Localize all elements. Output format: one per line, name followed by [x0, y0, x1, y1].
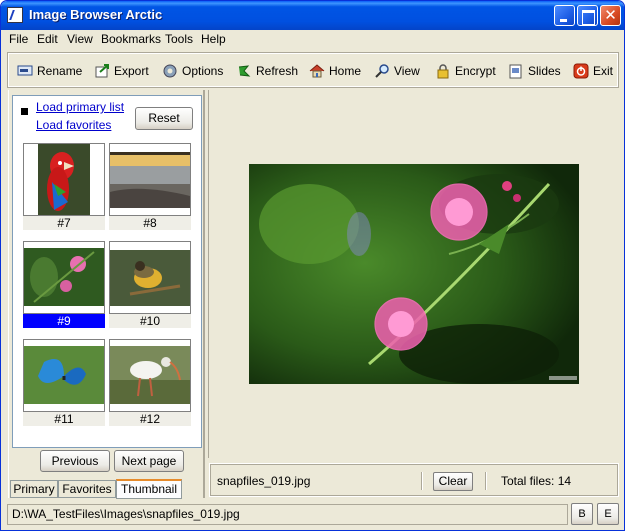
load-primary-link[interactable]: Load primary list: [36, 100, 124, 114]
reset-button[interactable]: Reset: [135, 107, 193, 130]
close-icon: ✕: [604, 6, 617, 24]
preview-image[interactable]: [249, 164, 579, 384]
previous-button[interactable]: Previous: [40, 450, 110, 472]
rename-label: Rename: [37, 64, 83, 78]
title-bar[interactable]: Image Browser Arctic ✕: [1, 1, 624, 30]
preview-area: [208, 90, 620, 458]
e-button[interactable]: E: [597, 503, 619, 525]
refresh-button[interactable]: Refresh: [236, 62, 298, 80]
home-label: Home: [329, 64, 362, 78]
view-button[interactable]: View: [374, 62, 420, 80]
separator: [421, 472, 423, 490]
thumbnail-image-pink-flower: [23, 241, 105, 314]
toolbar: Rename Export Options Refresh Home View: [7, 52, 619, 88]
current-file-name: snapfiles_019.jpg: [217, 474, 311, 488]
thumbnail-item[interactable]: #7: [23, 143, 105, 231]
home-button[interactable]: Home: [309, 62, 361, 80]
thumbnail-caption: #10: [109, 314, 191, 328]
thumbnail-image-bird: [109, 241, 191, 314]
tab-favorites[interactable]: Favorites: [58, 480, 116, 498]
tab-thumbnail[interactable]: Thumbnail: [116, 479, 182, 499]
slides-icon: [508, 63, 524, 79]
status-file-path: D:\WA_TestFiles\Images\snapfiles_019.jpg: [7, 504, 568, 525]
thumbnail-pane: Load primary list Load favorites Reset #…: [12, 95, 202, 448]
menu-bookmarks[interactable]: Bookmarks: [101, 32, 161, 46]
separator: [485, 472, 487, 490]
thumbnail-item[interactable]: #8: [109, 143, 191, 231]
encrypt-label: Encrypt: [455, 64, 496, 78]
next-page-button[interactable]: Next page: [114, 450, 184, 472]
export-label: Export: [114, 64, 149, 78]
thumbnail-caption: #12: [109, 412, 191, 426]
encrypt-button[interactable]: Encrypt: [435, 62, 496, 80]
thumbnail-caption: #11: [23, 412, 105, 426]
menu-help[interactable]: Help: [201, 32, 226, 46]
lock-icon: [435, 63, 451, 79]
thumbnail-image-parrot: [23, 143, 105, 216]
menu-view[interactable]: View: [67, 32, 93, 46]
thumbnail-caption: #7: [23, 216, 105, 230]
power-icon: [573, 63, 589, 79]
thumbnail-item[interactable]: #10: [109, 241, 191, 329]
b-button[interactable]: B: [571, 503, 593, 525]
export-button[interactable]: Export: [94, 62, 149, 80]
thumbnail-item[interactable]: #9: [23, 241, 105, 329]
app-icon: [7, 7, 23, 23]
slides-button[interactable]: Slides: [508, 62, 561, 80]
menu-file[interactable]: File: [9, 32, 28, 46]
tab-primary[interactable]: Primary: [10, 480, 58, 498]
thumbnail-caption: #9: [23, 314, 105, 328]
sidebar-tabs: Primary Favorites Thumbnail: [9, 479, 204, 499]
menu-tools[interactable]: Tools: [165, 32, 193, 46]
rename-icon: [17, 63, 33, 79]
info-bar: snapfiles_019.jpg Clear Total files: 14: [209, 463, 619, 497]
slides-label: Slides: [528, 64, 561, 78]
thumbnail-item[interactable]: #11: [23, 339, 105, 427]
options-label: Options: [182, 64, 224, 78]
export-icon: [94, 63, 110, 79]
clear-button[interactable]: Clear: [433, 472, 473, 491]
status-bar: D:\WA_TestFiles\Images\snapfiles_019.jpg…: [4, 503, 621, 527]
exit-button[interactable]: Exit: [573, 62, 613, 80]
thumbnail-image-beach: [109, 143, 191, 216]
refresh-icon: [236, 63, 252, 79]
menu-bar: File Edit View Bookmarks Tools Help: [1, 30, 624, 49]
load-favorites-link[interactable]: Load favorites: [36, 118, 111, 132]
menu-edit[interactable]: Edit: [37, 32, 58, 46]
minimize-button[interactable]: [554, 5, 575, 26]
thumbnail-caption: #8: [109, 216, 191, 230]
close-button[interactable]: ✕: [600, 5, 621, 26]
thumbnail-image-ibis: [109, 339, 191, 412]
home-icon: [309, 63, 325, 79]
left-panel: Load primary list Load favorites Reset #…: [8, 90, 205, 499]
gear-icon: [162, 63, 178, 79]
maximize-button[interactable]: [577, 5, 598, 26]
refresh-label: Refresh: [256, 64, 299, 78]
rename-button[interactable]: Rename: [17, 62, 82, 80]
bullet-icon: [21, 108, 28, 115]
total-files-count: Total files: 14: [501, 474, 572, 488]
app-window: Image Browser Arctic ✕ File Edit View Bo…: [0, 0, 625, 531]
exit-label: Exit: [593, 64, 614, 78]
magnifier-icon: [374, 63, 390, 79]
window-title: Image Browser Arctic: [29, 7, 163, 22]
view-label: View: [394, 64, 420, 78]
thumbnail-image-butterfly: [23, 339, 105, 412]
options-button[interactable]: Options: [162, 62, 223, 80]
thumbnail-item[interactable]: #12: [109, 339, 191, 427]
